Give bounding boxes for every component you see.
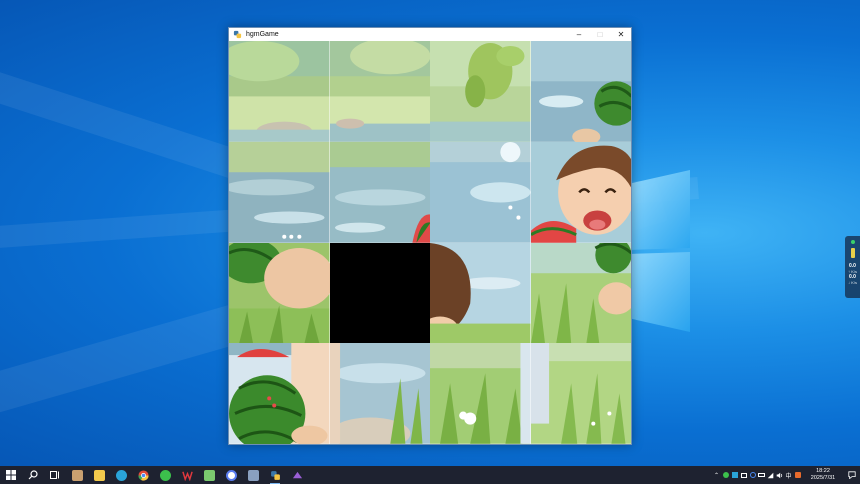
maximize-button[interactable]: □: [590, 28, 610, 41]
puzzle-tile[interactable]: [530, 141, 631, 243]
game-window: hgmGame – □ ✕: [228, 27, 632, 445]
minimize-button[interactable]: –: [569, 28, 589, 41]
window-title: hgmGame: [246, 31, 279, 38]
close-button[interactable]: ✕: [611, 28, 631, 41]
puzzle-tile[interactable]: [229, 343, 330, 444]
app-photo[interactable]: [66, 466, 88, 484]
search-icon: [28, 470, 38, 480]
app-chrome[interactable]: [132, 466, 154, 484]
puzzle-tile[interactable]: [229, 242, 330, 344]
clock-time: 18:22: [816, 468, 830, 474]
volume-icon[interactable]: [775, 466, 784, 484]
app-calculator[interactable]: [242, 466, 264, 484]
cloud-tray-icon[interactable]: [748, 466, 757, 484]
app-edge[interactable]: [110, 466, 132, 484]
puzzle-tile[interactable]: [329, 343, 430, 444]
status-dot: [850, 240, 855, 244]
clock-date: 2025/7/31: [810, 475, 836, 481]
download-unit: ↓ K/s: [848, 280, 857, 285]
calculator-icon: [247, 469, 259, 481]
empty-tile[interactable]: [329, 242, 430, 344]
vs-icon: [292, 471, 302, 478]
app-wechat[interactable]: [154, 466, 176, 484]
windows-logo-wallpaper: [628, 170, 692, 332]
wechat-tray-icon[interactable]: [721, 466, 730, 484]
edge-icon: [115, 469, 127, 481]
puzzle-tile[interactable]: [329, 41, 430, 142]
task-view-icon: [50, 471, 59, 479]
display-tray-icon[interactable]: [739, 466, 748, 484]
show-hidden-icons-button[interactable]: ⌃: [712, 466, 721, 484]
app-python[interactable]: [264, 466, 286, 484]
app-wps[interactable]: [176, 466, 198, 484]
puzzle-tile[interactable]: [229, 41, 330, 142]
notepad-icon: [203, 469, 215, 481]
taskbar: ⌃ 中 18:22 2025/7/31: [0, 466, 860, 484]
puzzle-tile[interactable]: [530, 242, 631, 344]
puzzle-tile[interactable]: [430, 41, 531, 142]
puzzle-tile[interactable]: [530, 41, 631, 142]
puzzle-tile[interactable]: [430, 242, 531, 344]
puzzle-tile[interactable]: [329, 141, 430, 243]
notification-center-button[interactable]: [844, 466, 860, 484]
photo-app-icon: [71, 469, 83, 481]
wps-icon: [181, 471, 193, 481]
app-notepad[interactable]: [198, 466, 220, 484]
task-view-button[interactable]: [44, 466, 66, 484]
python-icon: [233, 30, 242, 39]
circle-app-icon: [225, 469, 237, 481]
windows-icon: [6, 470, 16, 480]
chrome-icon: [137, 469, 149, 481]
puzzle-tile[interactable]: [430, 343, 531, 444]
keyboard-tray-icon[interactable]: [757, 466, 766, 484]
python-icon: [270, 470, 280, 480]
security-tray-icon[interactable]: [730, 466, 739, 484]
app-visual-studio[interactable]: [286, 466, 308, 484]
clock[interactable]: 18:22 2025/7/31: [802, 468, 844, 482]
notification-icon: [848, 471, 856, 479]
app-browser[interactable]: [220, 466, 242, 484]
app-file-explorer[interactable]: [88, 466, 110, 484]
meter-bar: [850, 248, 855, 258]
puzzle-tile[interactable]: [229, 141, 330, 243]
folder-icon: [93, 469, 105, 481]
system-tray: ⌃ 中 18:22 2025/7/31: [712, 466, 860, 484]
puzzle-tile[interactable]: [430, 141, 531, 243]
network-icon[interactable]: [766, 466, 775, 484]
upload-unit: ↑ K/s: [848, 269, 857, 274]
puzzle-board: [229, 41, 631, 444]
ime-app-icon[interactable]: [793, 466, 802, 484]
start-button[interactable]: [0, 466, 22, 484]
wechat-icon: [159, 469, 171, 481]
search-button[interactable]: [22, 466, 44, 484]
network-speed-widget[interactable]: 0.0 ↑ K/s 0.0 ↓ K/s: [845, 236, 860, 298]
window-titlebar[interactable]: hgmGame – □ ✕: [229, 28, 631, 41]
puzzle-tile[interactable]: [530, 343, 631, 444]
ime-indicator[interactable]: 中: [784, 466, 793, 484]
